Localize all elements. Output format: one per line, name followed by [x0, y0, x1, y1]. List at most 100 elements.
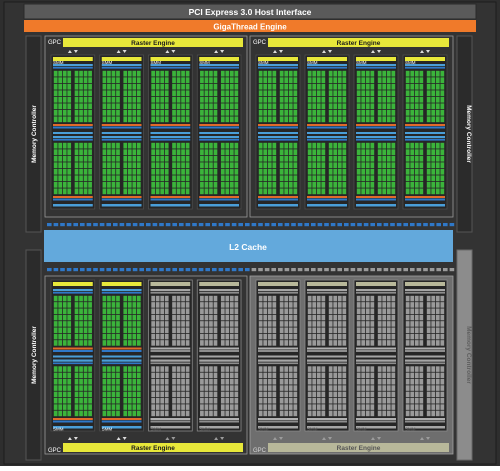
cuda-core	[440, 385, 445, 391]
cuda-core	[405, 168, 410, 175]
cuda-core	[321, 116, 326, 123]
cuda-core	[288, 340, 293, 346]
load-store-bar	[101, 198, 142, 201]
cuda-core	[337, 302, 342, 308]
cuda-core	[123, 70, 128, 77]
cuda-core	[79, 116, 83, 123]
cuda-core	[419, 327, 424, 334]
cuda-core	[220, 295, 225, 302]
cuda-core	[279, 333, 284, 340]
cuda-core	[79, 372, 83, 379]
sfu-bar	[150, 196, 191, 198]
smm-label: SMM	[356, 60, 367, 65]
cuda-core	[172, 410, 176, 417]
cuda-core	[272, 333, 277, 340]
cuda-core	[185, 162, 190, 169]
cuda-core	[435, 340, 440, 346]
texture-unit-bar	[150, 355, 191, 358]
cuda-core	[181, 308, 185, 315]
cuda-core	[272, 149, 277, 156]
cuda-core	[67, 181, 72, 188]
cuda-core	[263, 116, 268, 123]
cuda-core	[431, 96, 436, 103]
cuda-core	[181, 302, 185, 308]
cuda-core	[333, 308, 338, 315]
crossbar-link	[311, 223, 316, 227]
cuda-core	[155, 314, 160, 321]
cuda-core	[440, 378, 445, 385]
cuda-core	[220, 162, 225, 169]
cuda-core	[312, 391, 317, 398]
cuda-core	[229, 162, 234, 169]
cuda-core	[426, 366, 431, 372]
sfu-bar	[258, 418, 298, 420]
cuda-core	[321, 168, 326, 175]
cuda-core	[361, 70, 366, 77]
cuda-core	[225, 149, 230, 156]
cuda-core	[229, 103, 234, 110]
cuda-core	[234, 333, 239, 340]
cuda-core	[337, 109, 342, 116]
cuda-core	[386, 175, 391, 182]
cuda-core	[53, 70, 58, 77]
cuda-core	[288, 83, 293, 90]
cuda-core	[116, 96, 120, 103]
cuda-core	[284, 155, 289, 162]
cuda-core	[204, 314, 209, 321]
cuda-core	[370, 327, 375, 334]
cuda-core	[431, 372, 436, 379]
cuda-core	[293, 372, 298, 379]
cuda-core	[272, 410, 277, 417]
cuda-core	[164, 175, 169, 182]
cuda-core	[164, 314, 169, 321]
cuda-core	[342, 155, 347, 162]
cuda-core	[440, 175, 445, 182]
shared-memory-bar	[258, 204, 298, 207]
crossbar-link	[390, 223, 395, 227]
cuda-core	[83, 321, 88, 327]
cuda-core	[288, 181, 293, 188]
cuda-core	[370, 391, 375, 398]
cuda-core	[365, 188, 370, 195]
polymorph-engine	[258, 282, 298, 286]
cuda-core	[258, 142, 263, 149]
cuda-core	[267, 83, 272, 90]
cuda-core	[342, 321, 347, 327]
cuda-core	[321, 372, 326, 379]
cuda-core	[410, 142, 415, 149]
gpc-bottom-right: GPC Raster EngineSMM SMM SMM SMM	[249, 275, 454, 455]
cuda-core	[229, 155, 234, 162]
cuda-core	[62, 175, 67, 182]
cuda-core	[431, 314, 436, 321]
cuda-core	[213, 321, 218, 327]
cuda-core	[204, 188, 209, 195]
cuda-core	[136, 109, 141, 116]
cuda-core	[405, 162, 410, 169]
cuda-core	[419, 155, 424, 162]
cuda-core	[307, 77, 312, 84]
cuda-core	[136, 397, 141, 404]
cuda-core	[107, 333, 111, 340]
cuda-core	[53, 410, 58, 417]
cuda-core	[204, 116, 209, 123]
crossbar-link	[429, 223, 435, 227]
cuda-core	[426, 188, 431, 195]
cuda-core	[172, 302, 176, 308]
cuda-core	[267, 391, 272, 398]
cuda-core	[279, 103, 284, 110]
cuda-core	[229, 333, 234, 340]
cuda-core	[176, 302, 181, 308]
cuda-core	[435, 295, 440, 302]
cuda-core	[410, 175, 415, 182]
cuda-core	[377, 302, 382, 308]
cuda-core	[107, 321, 111, 327]
cuda-core	[263, 70, 268, 77]
cuda-core	[426, 302, 431, 308]
cuda-core	[316, 70, 321, 77]
cuda-core	[267, 90, 272, 97]
cuda-core	[151, 70, 156, 77]
cuda-core	[431, 397, 436, 404]
cuda-core	[220, 397, 225, 404]
cuda-core	[102, 397, 107, 404]
crossbar-link	[317, 223, 323, 227]
